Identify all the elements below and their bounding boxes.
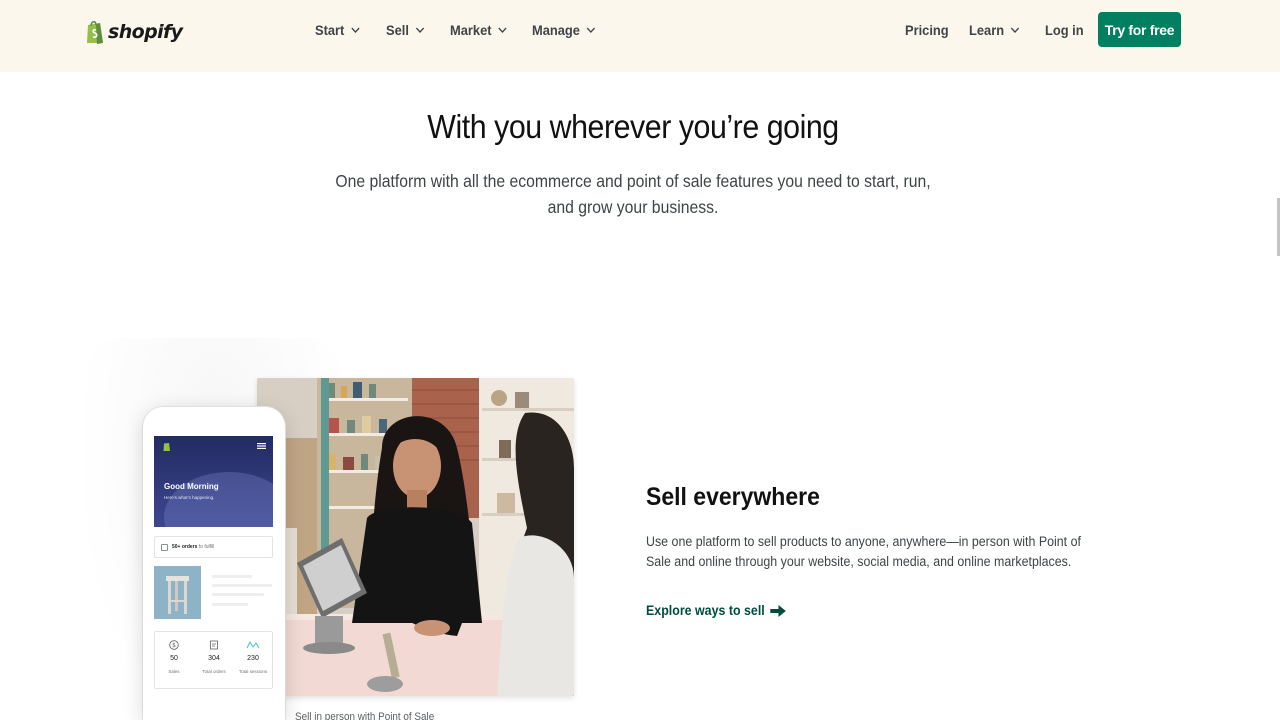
orders-icon bbox=[161, 543, 168, 551]
stat-total-sessions: 230 Total sessions bbox=[235, 640, 271, 674]
app-dashboard-header: Good Morning Here’s what’s happening. bbox=[154, 436, 273, 527]
feature-title: Sell everywhere bbox=[646, 483, 820, 511]
nav-sell[interactable]: Sell bbox=[386, 21, 425, 39]
product-image bbox=[154, 566, 201, 619]
brand-name: shopify bbox=[108, 21, 183, 43]
app-greeting: Good Morning bbox=[164, 482, 219, 491]
menu-icon[interactable] bbox=[257, 443, 266, 449]
shopify-bag-icon bbox=[163, 443, 170, 451]
nav-learn[interactable]: Learn bbox=[969, 21, 1020, 39]
nav-start[interactable]: Start bbox=[315, 21, 360, 39]
chevron-down-icon bbox=[498, 27, 507, 33]
nav-learn-label: Learn bbox=[969, 22, 1005, 38]
stat-total-orders: 304 Total orders bbox=[196, 640, 232, 674]
nav-manage[interactable]: Manage bbox=[532, 21, 596, 39]
placeholder-line bbox=[212, 575, 252, 578]
nav-pricing[interactable]: Pricing bbox=[905, 21, 949, 39]
placeholder-line bbox=[212, 584, 272, 587]
arrow-right-icon bbox=[770, 604, 786, 617]
placeholder-line bbox=[212, 603, 248, 606]
store-photo bbox=[257, 378, 574, 696]
orders-icon bbox=[210, 640, 218, 650]
nav-market-label: Market bbox=[450, 22, 492, 38]
stat-sessions-label: Total sessions bbox=[238, 669, 268, 674]
orders-suffix: to fulfill bbox=[198, 544, 215, 550]
try-for-free-button[interactable]: Try for free bbox=[1098, 12, 1181, 47]
explore-ways-to-sell-link[interactable]: Explore ways to sell bbox=[646, 603, 786, 618]
svg-text:$: $ bbox=[172, 642, 176, 649]
stats-card: $ 50 Sales 304 Total orders 230 Total se… bbox=[154, 631, 273, 689]
sessions-graph-icon bbox=[246, 640, 260, 649]
site-header: shopify Start Sell Market Manage Pricing… bbox=[0, 0, 1280, 72]
stat-sales-value: 50 bbox=[170, 655, 178, 662]
phone-mockup: Good Morning Here’s what’s happening. 50… bbox=[143, 407, 285, 720]
feature-link-label: Explore ways to sell bbox=[646, 603, 765, 618]
login-label: Log in bbox=[1045, 22, 1084, 38]
shopify-logo[interactable]: shopify bbox=[85, 19, 183, 45]
hero-subtitle: One platform with all the ecommerce and … bbox=[335, 171, 931, 217]
stat-sales-label: Sales bbox=[168, 669, 180, 674]
stat-orders-value: 304 bbox=[208, 655, 220, 662]
app-greeting-sub: Here’s what’s happening. bbox=[164, 495, 215, 500]
orders-to-fulfill-card[interactable]: 50+ orders to fulfill bbox=[154, 536, 273, 558]
placeholder-line bbox=[212, 593, 264, 596]
nav-pricing-label: Pricing bbox=[905, 22, 949, 38]
photo-caption: Sell in person with Point of Sale bbox=[295, 711, 435, 720]
nav-sell-label: Sell bbox=[386, 22, 409, 38]
dollar-icon: $ bbox=[169, 640, 179, 650]
orders-count: 50+ orders bbox=[172, 544, 198, 550]
login-link[interactable]: Log in bbox=[1045, 21, 1084, 39]
nav-manage-label: Manage bbox=[532, 22, 580, 38]
nav-start-label: Start bbox=[315, 22, 345, 38]
chevron-down-icon bbox=[586, 27, 596, 33]
stat-sales: $ 50 Sales bbox=[156, 640, 192, 674]
chevron-down-icon bbox=[351, 27, 360, 33]
chevron-down-icon bbox=[1010, 27, 1020, 33]
stat-orders-label: Total orders bbox=[202, 669, 226, 674]
chevron-down-icon bbox=[415, 27, 425, 33]
stat-sessions-value: 230 bbox=[247, 655, 259, 662]
shopify-bag-icon bbox=[87, 20, 103, 44]
nav-market[interactable]: Market bbox=[450, 21, 507, 39]
hero-title: With you wherever you’re going bbox=[427, 108, 839, 145]
feature-body: Use one platform to sell products to any… bbox=[646, 534, 1081, 569]
